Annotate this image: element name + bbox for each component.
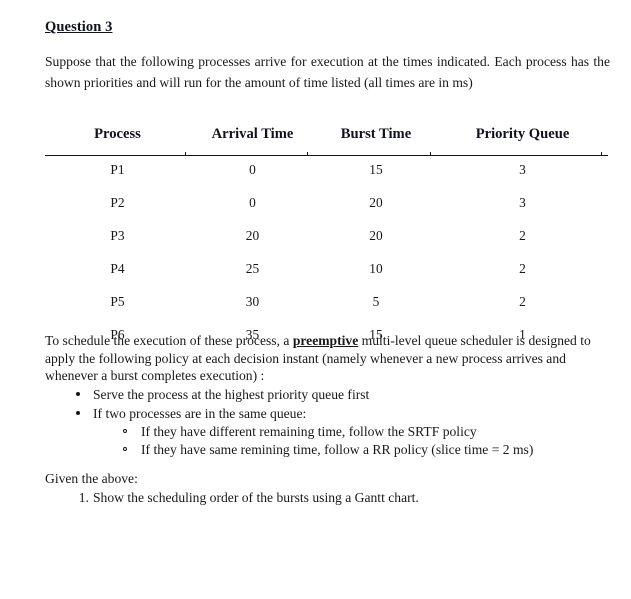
cell-priority: 3 <box>519 162 526 177</box>
bullet-dot-icon <box>76 410 80 415</box>
policy-bullet-list: Serve the process at the highest priorit… <box>45 386 615 458</box>
policy-paragraph: To schedule the execution of these proce… <box>45 332 615 385</box>
list-item: Serve the process at the highest priorit… <box>45 386 615 404</box>
bullet-circle-icon <box>123 446 127 451</box>
sub-list-item: If they have same remining time, follow … <box>45 441 615 459</box>
column-header-arrival-time: Arrival Time <box>211 126 294 142</box>
table-column-tick <box>430 152 431 156</box>
list-item: If two processes are in the same queue: <box>45 405 615 423</box>
given-label: Given the above: <box>45 471 138 486</box>
sub-list-item-label: If they have same remining time, follow … <box>141 441 534 457</box>
policy-text-before: To schedule the execution of these proce… <box>45 333 293 348</box>
document-page: Question 3 Suppose that the following pr… <box>0 0 631 599</box>
process-table: Process Arrival Time Burst Time Priority… <box>45 126 608 352</box>
cell-arrival: 0 <box>249 195 256 210</box>
cell-arrival: 30 <box>245 294 260 309</box>
intro-paragraph: Suppose that the following processes arr… <box>45 54 610 90</box>
cell-process: P1 <box>110 162 125 177</box>
cell-burst: 20 <box>369 228 383 243</box>
table-column-tick <box>601 152 602 156</box>
cell-process: P2 <box>110 195 125 210</box>
cell-process: P3 <box>110 228 125 243</box>
cell-arrival: 0 <box>249 162 256 177</box>
cell-arrival: 20 <box>245 228 260 243</box>
cell-burst: 15 <box>369 162 383 177</box>
column-header-process: Process <box>94 126 141 142</box>
given-section: Given the above: 1. Show the scheduling … <box>45 470 615 506</box>
bullet-circle-icon <box>123 429 127 434</box>
sub-list-item: If they have different remaining time, f… <box>45 423 615 441</box>
cell-priority: 2 <box>519 261 526 276</box>
cell-burst: 20 <box>369 195 383 210</box>
table-row: P3 20 20 2 <box>45 220 608 253</box>
cell-arrival: 25 <box>245 261 260 276</box>
numbered-list-item: 1. Show the scheduling order of the burs… <box>45 489 615 507</box>
cell-burst: 5 <box>372 294 380 309</box>
cell-priority: 2 <box>519 294 526 309</box>
list-item-label: Serve the process at the highest priorit… <box>93 387 370 402</box>
table-column-tick <box>307 152 308 156</box>
table-row: P1 0 15 3 <box>45 151 608 187</box>
numbered-list-marker: 1. <box>78 489 89 505</box>
table-header-rule <box>45 155 608 156</box>
cell-process: P5 <box>110 294 125 309</box>
cell-process: P4 <box>110 261 125 276</box>
page-title: Question 3 <box>45 19 113 35</box>
column-header-priority-queue: Priority Queue <box>475 126 570 142</box>
column-header-burst-time: Burst Time <box>340 126 412 142</box>
sub-list-item-label: If they have different remaining time, f… <box>141 424 477 440</box>
numbered-list-item-label: Show the scheduling order of the bursts … <box>93 489 419 505</box>
cell-burst: 10 <box>369 261 383 276</box>
cell-priority: 2 <box>519 228 526 243</box>
table-header-row: Process Arrival Time Burst Time Priority… <box>45 126 608 151</box>
process-table-wrapper: Process Arrival Time Burst Time Priority… <box>45 126 608 352</box>
table-row: P4 25 10 2 <box>45 253 608 286</box>
table-row: P2 0 20 3 <box>45 187 608 220</box>
list-item-label: If two processes are in the same queue: <box>93 405 307 421</box>
cell-priority: 3 <box>519 195 526 210</box>
policy-emphasis-preemptive: preemptive <box>292 333 359 348</box>
table-row: P5 30 5 2 <box>45 286 608 319</box>
bullet-dot-icon <box>76 392 80 396</box>
table-column-tick <box>185 152 186 156</box>
